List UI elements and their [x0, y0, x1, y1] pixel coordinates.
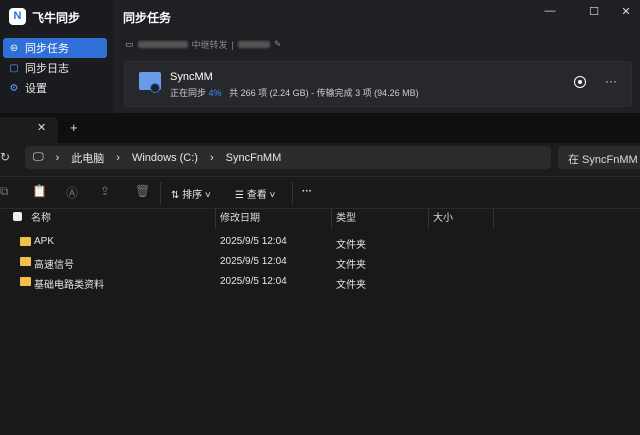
sync-task-card[interactable]: SyncMM 正在同步 4% 共 266 项 (2.24 GB) - 传输完成 …: [124, 61, 632, 107]
device-name-redacted: [137, 41, 188, 48]
refresh-icon[interactable]: ↻: [0, 150, 10, 164]
close-tab-icon[interactable]: ✕: [37, 121, 46, 134]
more-options-button[interactable]: ···: [605, 74, 617, 88]
tab-syncfnmm[interactable]: [0, 117, 58, 144]
address-bar[interactable]: 🖵 › 此电脑 › Windows (C:) › SyncFnMM: [25, 146, 551, 169]
folder-icon: [20, 237, 31, 246]
sync-icon: ⊜: [9, 42, 19, 54]
divider: [160, 182, 161, 204]
delete-icon[interactable]: 🗑: [135, 184, 150, 198]
share-icon[interactable]: ⇪: [100, 184, 110, 198]
sidebar-item-sync-tasks[interactable]: ⊜ 同步任务: [3, 38, 107, 58]
maximize-button[interactable]: ☐: [584, 5, 604, 18]
column-size[interactable]: 大小: [433, 209, 453, 229]
column-date[interactable]: 修改日期: [220, 209, 260, 229]
sort-button[interactable]: ⇅ 排序 ˅: [171, 186, 211, 201]
view-button[interactable]: ☰ 查看 ˅: [235, 186, 275, 201]
divider: [292, 182, 293, 204]
copy-icon[interactable]: ⧉: [0, 184, 9, 199]
column-divider: [428, 209, 429, 229]
edit-icon[interactable]: ✎: [274, 39, 282, 50]
page-title: 同步任务: [123, 11, 172, 25]
column-divider: [215, 209, 216, 229]
column-name[interactable]: 名称: [31, 209, 51, 229]
device-info: ▭ 中继转发 | ✎: [125, 39, 282, 50]
tab-strip: [0, 113, 640, 143]
address-redacted: [237, 41, 270, 48]
computer-icon: 🖵: [33, 151, 44, 163]
column-type[interactable]: 类型: [336, 209, 356, 229]
more-icon[interactable]: ···: [302, 186, 312, 197]
breadcrumb-item[interactable]: 此电脑: [71, 150, 104, 166]
log-icon: ▢: [9, 62, 19, 74]
minimize-button[interactable]: —: [540, 5, 560, 17]
app-name: 飞牛同步: [32, 11, 81, 25]
folder-icon: [20, 277, 31, 286]
table-row[interactable]: APK 2025/9/5 12:04 文件夹: [0, 232, 640, 252]
task-status: 正在同步 4% 共 266 项 (2.24 GB) - 传输完成 3 项 (94…: [170, 88, 419, 98]
table-row[interactable]: 高速信号 2025/9/5 12:04 文件夹: [0, 252, 640, 272]
column-divider: [331, 209, 332, 229]
table-row[interactable]: 基础电路类资料 2025/9/5 12:04 文件夹: [0, 272, 640, 292]
computer-icon: ▭: [125, 39, 134, 49]
sidebar-item-settings[interactable]: ⚙ 设置: [3, 78, 107, 98]
paste-icon[interactable]: 📋: [32, 184, 47, 198]
column-divider: [493, 209, 494, 229]
sidebar-item-sync-log[interactable]: ▢ 同步日志: [3, 58, 107, 78]
breadcrumb-item[interactable]: SyncFnMM: [226, 152, 282, 164]
task-name: SyncMM: [170, 71, 213, 83]
syncing-icon: [150, 83, 160, 93]
toolbar: [0, 176, 640, 209]
select-all-checkbox[interactable]: [13, 209, 22, 229]
gear-icon: ⚙: [9, 82, 19, 94]
breadcrumb-item[interactable]: Windows (C:): [132, 152, 198, 164]
app-logo: N: [9, 8, 26, 25]
new-tab-button[interactable]: +: [70, 120, 78, 135]
rename-icon[interactable]: Ⓐ: [66, 184, 78, 201]
close-button[interactable]: ✕: [616, 5, 636, 18]
stop-sync-button[interactable]: [574, 76, 586, 88]
folder-icon: [20, 257, 31, 266]
search-input[interactable]: 在 SyncFnMM 中搜索: [558, 146, 640, 169]
